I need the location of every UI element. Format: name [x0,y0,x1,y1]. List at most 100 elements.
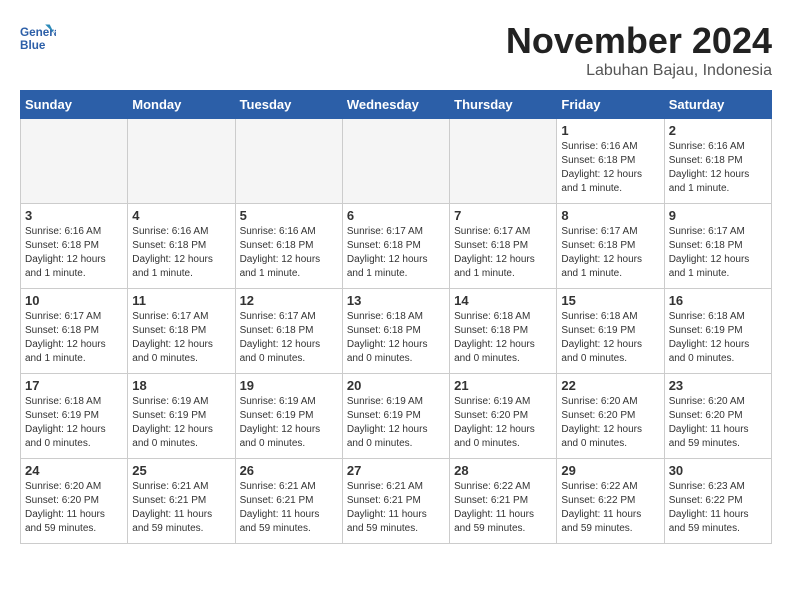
calendar-cell: 19 Sunrise: 6:19 AM Sunset: 6:19 PM Dayli… [235,374,342,459]
day-number: 12 [240,293,338,308]
day-number: 1 [561,123,659,138]
calendar-cell: 24Sunrise: 6:20 AM Sunset: 6:20 PM Dayli… [21,459,128,544]
calendar-cell: 10Sunrise: 6:17 AM Sunset: 6:18 PM Dayli… [21,289,128,374]
cell-details: Sunrise: 6:17 AM Sunset: 6:18 PM Dayligh… [669,225,767,281]
weekday-header: Monday [128,91,235,119]
calendar-cell: 5 Sunrise: 6:16 AM Sunset: 6:18 PM Daylig… [235,204,342,289]
cell-details: Sunrise: 6:18 AM Sunset: 6:19 PM Dayligh… [561,310,659,366]
calendar-cell: 8Sunrise: 6:17 AM Sunset: 6:18 PM Daylig… [557,204,664,289]
cell-details: Sunrise: 6:21 AM Sunset: 6:21 PM Dayligh… [347,480,445,536]
cell-details: Sunrise: 6:17 AM Sunset: 6:18 PM Dayligh… [132,310,230,366]
calendar-cell: 13 Sunrise: 6:18 AM Sunset: 6:18 PM Dayli… [342,289,449,374]
cell-details: Sunrise: 6:17 AM Sunset: 6:18 PM Dayligh… [25,310,123,366]
weekday-header: Wednesday [342,91,449,119]
day-number: 11 [132,293,230,308]
weekday-header: Friday [557,91,664,119]
calendar-week-row: 1 Sunrise: 6:16 AM Sunset: 6:18 PM Daylig… [21,119,772,204]
cell-details: Sunrise: 6:16 AM Sunset: 6:18 PM Dayligh… [669,140,767,196]
cell-details: Sunrise: 6:17 AM Sunset: 6:18 PM Dayligh… [454,225,552,281]
calendar-cell: 15 Sunrise: 6:18 AM Sunset: 6:19 PM Dayli… [557,289,664,374]
month-title: November 2024 [506,20,772,62]
cell-details: Sunrise: 6:18 AM Sunset: 6:18 PM Dayligh… [454,310,552,366]
day-number: 21 [454,378,552,393]
cell-details: Sunrise: 6:18 AM Sunset: 6:18 PM Dayligh… [347,310,445,366]
day-number: 22 [561,378,659,393]
calendar-cell [235,119,342,204]
calendar-cell: 2 Sunrise: 6:16 AM Sunset: 6:18 PM Daylig… [664,119,771,204]
day-number: 14 [454,293,552,308]
cell-details: Sunrise: 6:19 AM Sunset: 6:19 PM Dayligh… [132,395,230,451]
calendar-cell: 20 Sunrise: 6:19 AM Sunset: 6:19 PM Dayli… [342,374,449,459]
calendar-cell: 18 Sunrise: 6:19 AM Sunset: 6:19 PM Dayli… [128,374,235,459]
cell-details: Sunrise: 6:18 AM Sunset: 6:19 PM Dayligh… [669,310,767,366]
calendar-cell [450,119,557,204]
cell-details: Sunrise: 6:21 AM Sunset: 6:21 PM Dayligh… [132,480,230,536]
cell-details: Sunrise: 6:20 AM Sunset: 6:20 PM Dayligh… [25,480,123,536]
cell-details: Sunrise: 6:23 AM Sunset: 6:22 PM Dayligh… [669,480,767,536]
calendar-cell: 4 Sunrise: 6:16 AM Sunset: 6:18 PM Daylig… [128,204,235,289]
calendar-body: 1 Sunrise: 6:16 AM Sunset: 6:18 PM Daylig… [21,119,772,544]
calendar-cell: 1 Sunrise: 6:16 AM Sunset: 6:18 PM Daylig… [557,119,664,204]
day-number: 8 [561,208,659,223]
day-number: 16 [669,293,767,308]
weekday-header: Sunday [21,91,128,119]
cell-details: Sunrise: 6:18 AM Sunset: 6:19 PM Dayligh… [25,395,123,451]
calendar-cell: 9 Sunrise: 6:17 AM Sunset: 6:18 PM Daylig… [664,204,771,289]
calendar-week-row: 17 Sunrise: 6:18 AM Sunset: 6:19 PM Dayli… [21,374,772,459]
calendar-cell: 16 Sunrise: 6:18 AM Sunset: 6:19 PM Dayli… [664,289,771,374]
cell-details: Sunrise: 6:17 AM Sunset: 6:18 PM Dayligh… [347,225,445,281]
cell-details: Sunrise: 6:19 AM Sunset: 6:19 PM Dayligh… [347,395,445,451]
logo-icon: General Blue [20,20,56,56]
day-number: 18 [132,378,230,393]
calendar-week-row: 10Sunrise: 6:17 AM Sunset: 6:18 PM Dayli… [21,289,772,374]
calendar-cell: 6Sunrise: 6:17 AM Sunset: 6:18 PM Daylig… [342,204,449,289]
svg-text:Blue: Blue [20,39,46,52]
day-number: 20 [347,378,445,393]
cell-details: Sunrise: 6:16 AM Sunset: 6:18 PM Dayligh… [561,140,659,196]
day-number: 17 [25,378,123,393]
calendar-cell [342,119,449,204]
calendar-week-row: 24Sunrise: 6:20 AM Sunset: 6:20 PM Dayli… [21,459,772,544]
cell-details: Sunrise: 6:16 AM Sunset: 6:18 PM Dayligh… [25,225,123,281]
calendar-cell: 12Sunrise: 6:17 AM Sunset: 6:18 PM Dayli… [235,289,342,374]
cell-details: Sunrise: 6:20 AM Sunset: 6:20 PM Dayligh… [561,395,659,451]
calendar-cell: 22 Sunrise: 6:20 AM Sunset: 6:20 PM Dayli… [557,374,664,459]
cell-details: Sunrise: 6:16 AM Sunset: 6:18 PM Dayligh… [240,225,338,281]
calendar-cell: 17 Sunrise: 6:18 AM Sunset: 6:19 PM Dayli… [21,374,128,459]
day-number: 19 [240,378,338,393]
day-number: 2 [669,123,767,138]
cell-details: Sunrise: 6:20 AM Sunset: 6:20 PM Dayligh… [669,395,767,451]
day-number: 30 [669,463,767,478]
day-number: 3 [25,208,123,223]
weekday-row: SundayMondayTuesdayWednesdayThursdayFrid… [21,91,772,119]
day-number: 13 [347,293,445,308]
calendar-cell: 7 Sunrise: 6:17 AM Sunset: 6:18 PM Daylig… [450,204,557,289]
cell-details: Sunrise: 6:21 AM Sunset: 6:21 PM Dayligh… [240,480,338,536]
calendar-cell: 26 Sunrise: 6:21 AM Sunset: 6:21 PM Dayli… [235,459,342,544]
calendar-header: SundayMondayTuesdayWednesdayThursdayFrid… [21,91,772,119]
day-number: 29 [561,463,659,478]
logo: General Blue [20,20,56,56]
cell-details: Sunrise: 6:19 AM Sunset: 6:19 PM Dayligh… [240,395,338,451]
day-number: 25 [132,463,230,478]
calendar-cell: 3 Sunrise: 6:16 AM Sunset: 6:18 PM Daylig… [21,204,128,289]
day-number: 27 [347,463,445,478]
calendar-table: SundayMondayTuesdayWednesdayThursdayFrid… [20,90,772,544]
location-title: Labuhan Bajau, Indonesia [506,62,772,80]
header: General Blue November 2024 Labuhan Bajau… [20,20,772,80]
day-number: 26 [240,463,338,478]
weekday-header: Saturday [664,91,771,119]
day-number: 5 [240,208,338,223]
day-number: 4 [132,208,230,223]
calendar-cell [128,119,235,204]
weekday-header: Tuesday [235,91,342,119]
calendar-cell [21,119,128,204]
calendar-cell: 14 Sunrise: 6:18 AM Sunset: 6:18 PM Dayli… [450,289,557,374]
day-number: 15 [561,293,659,308]
day-number: 7 [454,208,552,223]
calendar-cell: 29 Sunrise: 6:22 AM Sunset: 6:22 PM Dayli… [557,459,664,544]
cell-details: Sunrise: 6:16 AM Sunset: 6:18 PM Dayligh… [132,225,230,281]
cell-details: Sunrise: 6:22 AM Sunset: 6:22 PM Dayligh… [561,480,659,536]
day-number: 28 [454,463,552,478]
day-number: 9 [669,208,767,223]
